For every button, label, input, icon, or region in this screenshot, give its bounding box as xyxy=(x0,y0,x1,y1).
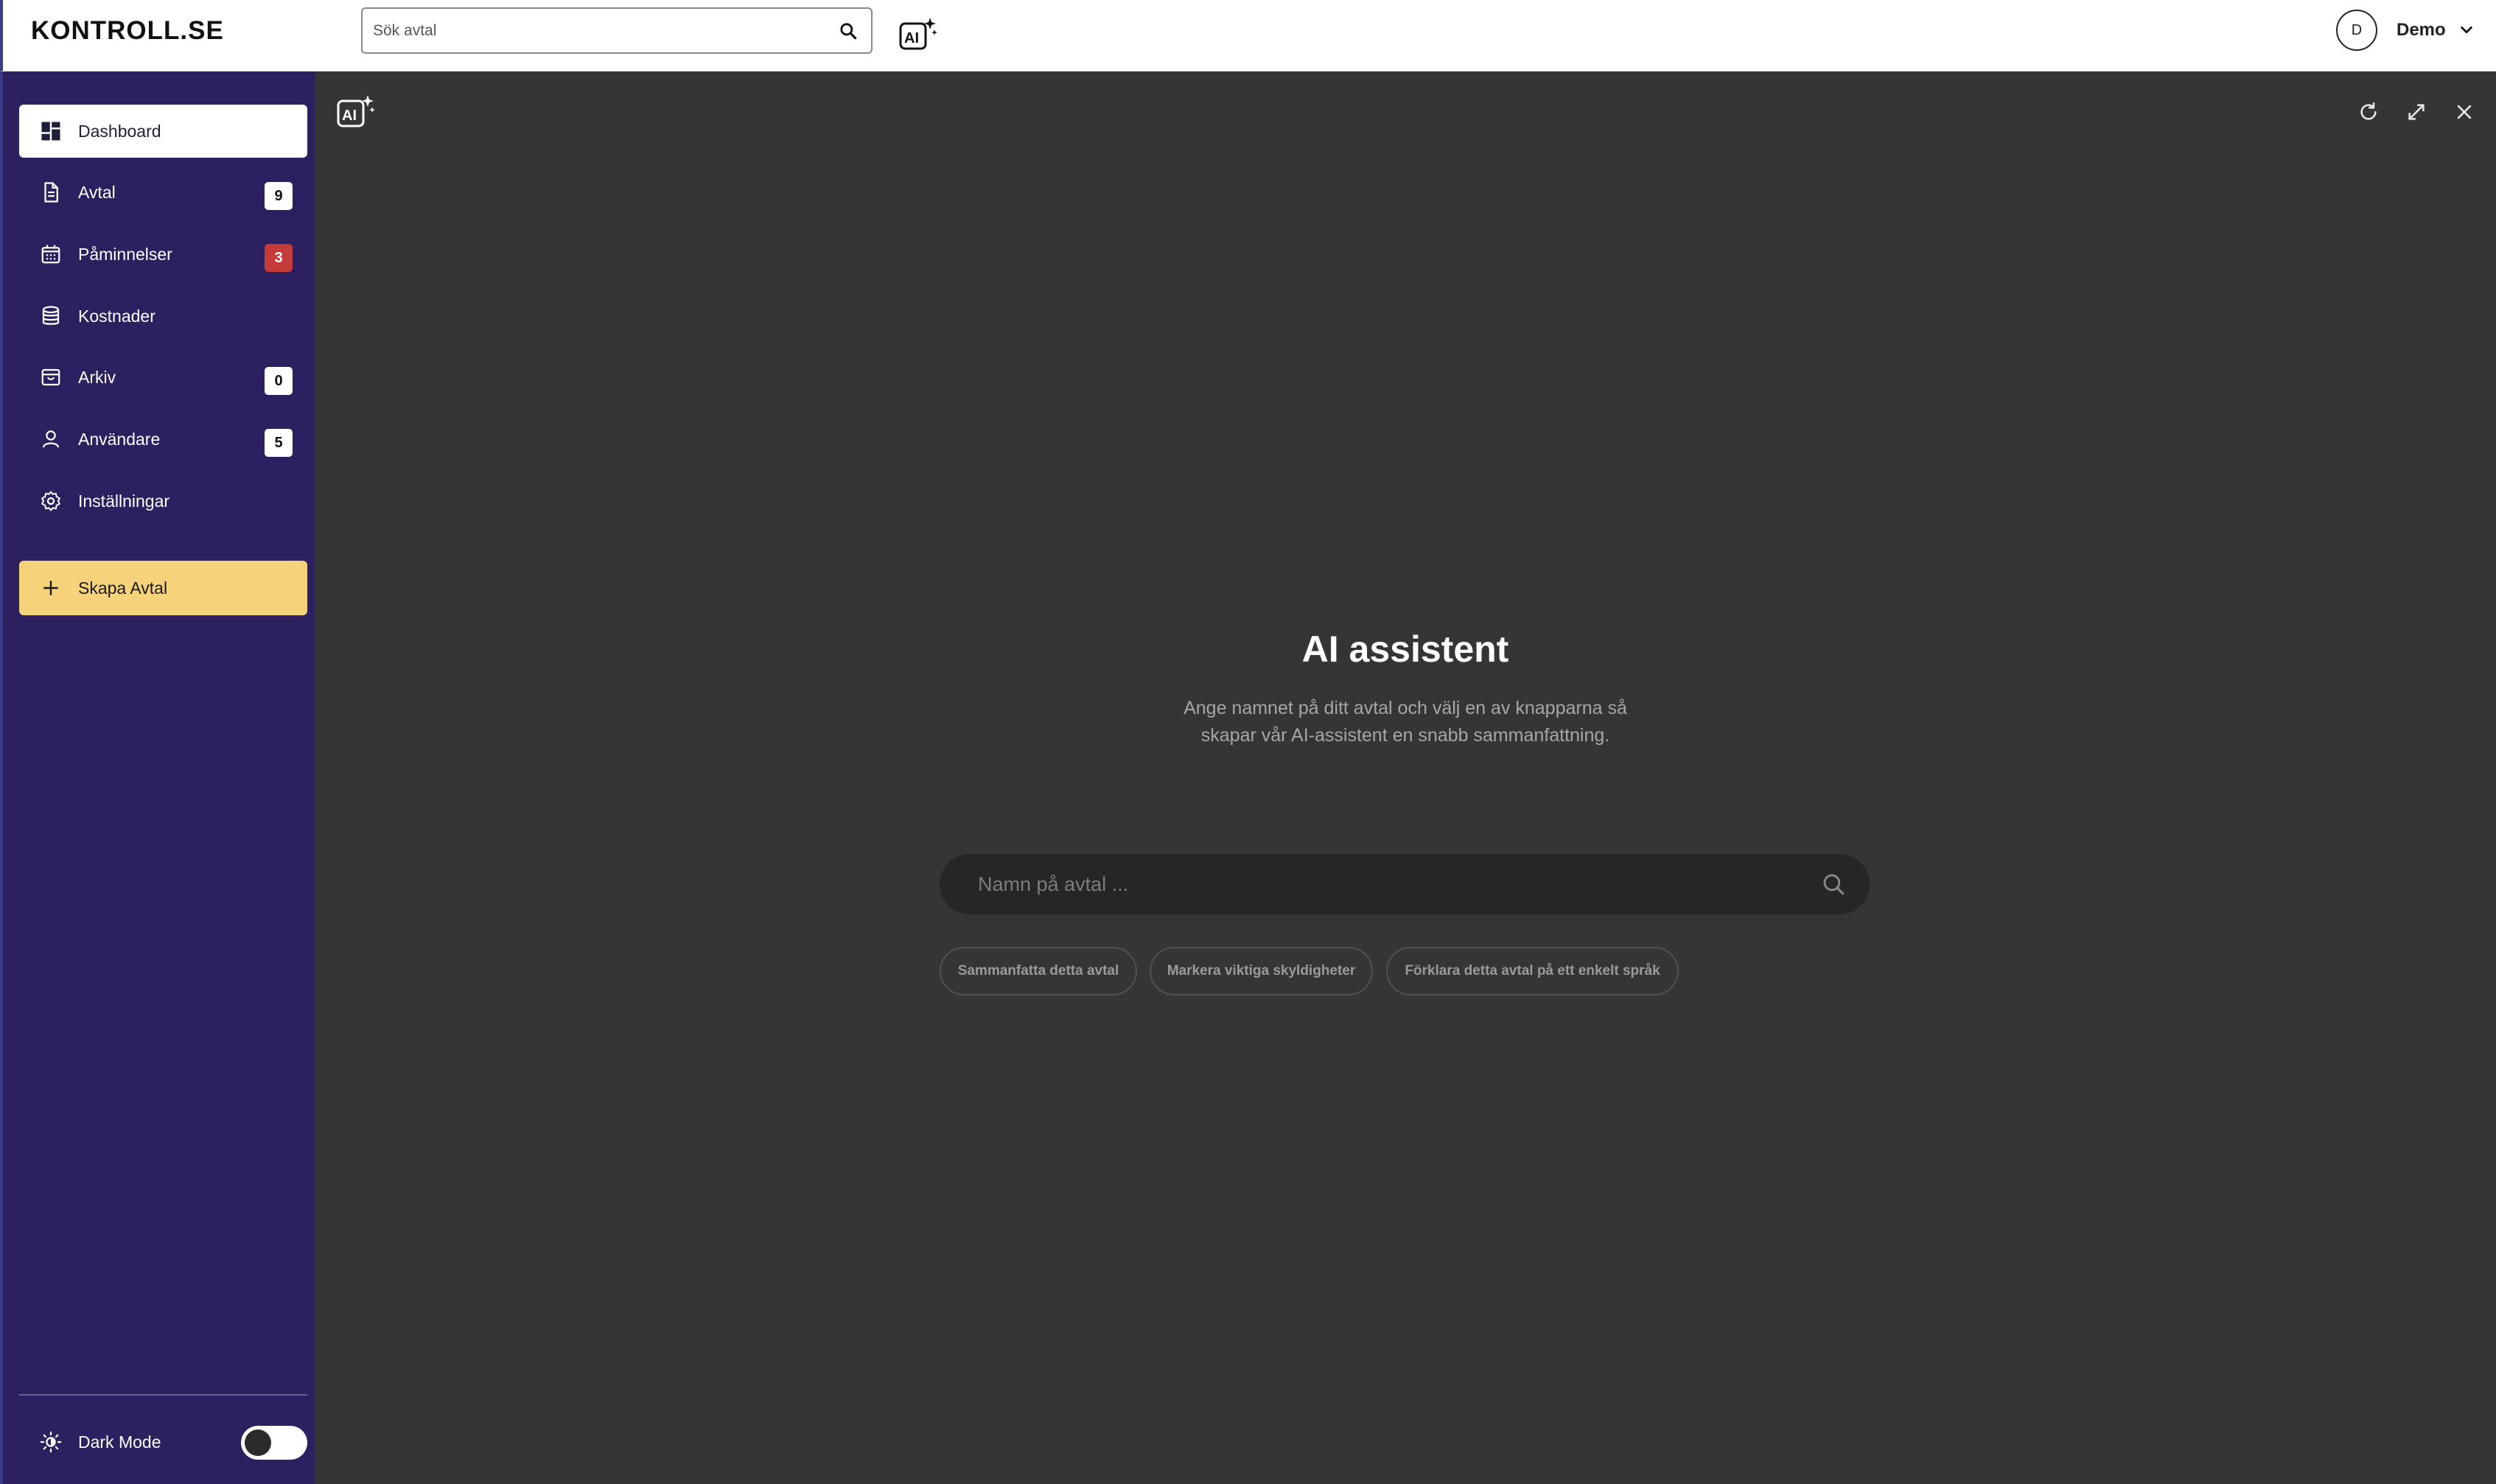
ai-panel: AI AI assistent Ange namnet på ditt avta… xyxy=(315,71,2496,1484)
subtitle-line: skapar vår AI-assistent en snabb sammanf… xyxy=(1200,725,1610,746)
page-title: AI assistent xyxy=(1301,629,1509,670)
sidebar: Dashboard Avtal 9 Påminnelser 3 Kostnade… xyxy=(0,71,315,1484)
sidebar-item-paminnelser[interactable]: Påminnelser 3 xyxy=(19,228,307,281)
sidebar-item-installningar[interactable]: Inställningar xyxy=(19,475,307,528)
archive-icon xyxy=(38,365,63,390)
close-icon[interactable] xyxy=(2450,98,2478,126)
logo[interactable]: KONTROLL.SE xyxy=(31,15,224,47)
search-icon[interactable] xyxy=(1819,870,1847,898)
ai-sparkle-icon[interactable]: AI xyxy=(898,15,937,55)
sidebar-item-label: Dashboard xyxy=(78,121,161,141)
sidebar-item-avtal[interactable]: Avtal 9 xyxy=(19,166,307,219)
dark-mode-row: Dark Mode xyxy=(19,1420,307,1464)
sidebar-item-label: Påminnelser xyxy=(78,244,172,264)
sidebar-item-anvandare[interactable]: Användare 5 xyxy=(19,413,307,466)
sidebar-item-label: Avtal xyxy=(78,182,116,202)
refresh-icon[interactable] xyxy=(2355,98,2383,126)
sidebar-divider xyxy=(19,1394,307,1396)
ai-sparkle-icon: AI xyxy=(335,92,375,132)
subtitle-line: Ange namnet på ditt avtal och välj en av… xyxy=(1184,698,1627,718)
database-icon xyxy=(38,304,63,329)
chevron-down-icon[interactable] xyxy=(2455,19,2478,41)
sun-icon xyxy=(38,1429,63,1455)
user-icon xyxy=(38,427,63,452)
gear-icon xyxy=(38,489,63,514)
sidebar-item-label: Användare xyxy=(78,429,161,449)
sidebar-item-dashboard[interactable]: Dashboard xyxy=(19,105,307,158)
sidebar-item-label: Inställningar xyxy=(78,491,170,511)
sidebar-item-kostnader[interactable]: Kostnader xyxy=(19,290,307,343)
user-name[interactable]: Demo xyxy=(2397,18,2446,43)
expand-icon[interactable] xyxy=(2402,98,2430,126)
page-subtitle: Ange namnet på ditt avtal och välj en av… xyxy=(1111,695,1700,749)
top-search-box xyxy=(361,7,873,54)
document-icon xyxy=(38,180,63,205)
panel-header: AI xyxy=(315,71,2496,153)
count-badge: 0 xyxy=(265,367,293,395)
summarize-chip[interactable]: Sammanfatta detta avtal xyxy=(940,947,1137,995)
ai-search-box xyxy=(940,854,1870,914)
dark-mode-toggle[interactable] xyxy=(241,1426,307,1460)
toggle-knob xyxy=(245,1429,271,1456)
dark-mode-label: Dark Mode xyxy=(78,1432,161,1452)
create-contract-button[interactable]: Skapa Avtal xyxy=(19,561,307,615)
svg-text:AI: AI xyxy=(904,30,919,46)
contract-name-input[interactable] xyxy=(978,867,1789,901)
top-search-input[interactable] xyxy=(373,15,808,47)
sidebar-item-arkiv[interactable]: Arkiv 0 xyxy=(19,351,307,404)
avatar[interactable]: D xyxy=(2336,10,2377,51)
plus-icon xyxy=(38,575,63,601)
top-bar: KONTROLL.SE AI D Demo xyxy=(0,0,2496,71)
sidebar-item-label: Arkiv xyxy=(78,367,116,387)
count-badge: 3 xyxy=(265,244,293,272)
calendar-icon xyxy=(38,242,63,267)
dashboard-icon xyxy=(38,119,63,144)
search-icon[interactable] xyxy=(836,18,861,43)
app-root: KONTROLL.SE AI D Demo Dashbo xyxy=(0,0,2496,1484)
sidebar-item-label: Kostnader xyxy=(78,306,155,326)
count-badge: 5 xyxy=(265,429,293,457)
create-button-label: Skapa Avtal xyxy=(78,578,168,598)
count-badge: 9 xyxy=(265,182,293,210)
highlight-obligations-chip[interactable]: Markera viktiga skyldigheter xyxy=(1150,947,1373,995)
svg-text:AI: AI xyxy=(342,108,357,124)
explain-simple-chip[interactable]: Förklara detta avtal på ett enkelt språk xyxy=(1386,947,1679,995)
